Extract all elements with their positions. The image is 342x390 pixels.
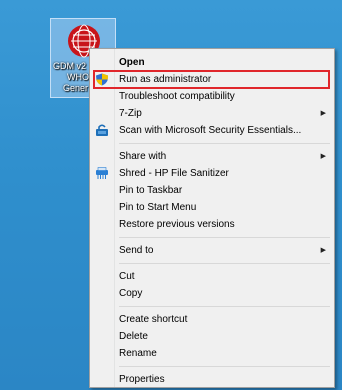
menu-item-delete[interactable]: Delete xyxy=(90,328,334,345)
menu-item-label: Share with xyxy=(119,151,167,162)
menu-item-label: Shred - HP File Sanitizer xyxy=(119,168,229,179)
uac-shield-icon xyxy=(96,73,108,86)
menu-item-label: 7-Zip xyxy=(119,108,142,119)
menu-item-label: Troubleshoot compatibility xyxy=(119,91,235,102)
menu-item-label: Scan with Microsoft Security Essentials.… xyxy=(119,125,302,136)
menu-item-label: Rename xyxy=(119,348,157,359)
submenu-arrow-icon: ▶ xyxy=(320,153,326,160)
menu-item-pin-to-start-menu[interactable]: Pin to Start Menu xyxy=(90,199,334,216)
menu-item-7-zip[interactable]: 7-Zip ▶ xyxy=(90,105,334,122)
submenu-arrow-icon: ▶ xyxy=(320,247,326,254)
menu-item-label: Pin to Start Menu xyxy=(119,202,197,213)
menu-separator xyxy=(119,366,330,367)
menu-item-create-shortcut[interactable]: Create shortcut xyxy=(90,311,334,328)
menu-separator xyxy=(119,263,330,264)
shredder-icon xyxy=(96,167,108,179)
menu-item-label: Restore previous versions xyxy=(119,219,235,230)
menu-item-label: Cut xyxy=(119,271,135,282)
menu-item-restore-previous-versions[interactable]: Restore previous versions xyxy=(90,216,334,233)
menu-item-troubleshoot-compatibility[interactable]: Troubleshoot compatibility xyxy=(90,88,334,105)
menu-item-label: Send to xyxy=(119,245,154,256)
menu-list: Open Run as administrator Troubleshoot c… xyxy=(90,54,334,388)
menu-item-label: Open xyxy=(119,57,145,68)
menu-item-rename[interactable]: Rename xyxy=(90,345,334,362)
menu-item-label: Properties xyxy=(119,374,165,385)
menu-item-run-as-administrator[interactable]: Run as administrator xyxy=(90,70,334,89)
menu-item-scan-security-essentials[interactable]: Scan with Microsoft Security Essentials.… xyxy=(90,122,334,139)
menu-item-share-with[interactable]: Share with ▶ xyxy=(90,148,334,165)
menu-item-label: Pin to Taskbar xyxy=(119,185,183,196)
menu-item-label: Run as administrator xyxy=(119,74,212,85)
menu-item-properties[interactable]: Properties xyxy=(90,371,334,388)
menu-item-label: Copy xyxy=(119,288,143,299)
menu-separator xyxy=(119,143,330,144)
menu-item-label: Create shortcut xyxy=(119,314,188,325)
security-essentials-icon xyxy=(96,124,108,136)
menu-separator xyxy=(119,237,330,238)
menu-item-open[interactable]: Open xyxy=(90,54,334,71)
menu-item-label: Delete xyxy=(119,331,148,342)
submenu-arrow-icon: ▶ xyxy=(320,110,326,117)
context-menu: Open Run as administrator Troubleshoot c… xyxy=(89,48,335,388)
menu-item-cut[interactable]: Cut xyxy=(90,268,334,285)
menu-item-send-to[interactable]: Send to ▶ xyxy=(90,242,334,259)
menu-separator xyxy=(119,306,330,307)
menu-item-pin-to-taskbar[interactable]: Pin to Taskbar xyxy=(90,182,334,199)
menu-item-shred-hp-file-sanitizer[interactable]: Shred - HP File Sanitizer xyxy=(90,165,334,182)
menu-item-copy[interactable]: Copy xyxy=(90,285,334,302)
